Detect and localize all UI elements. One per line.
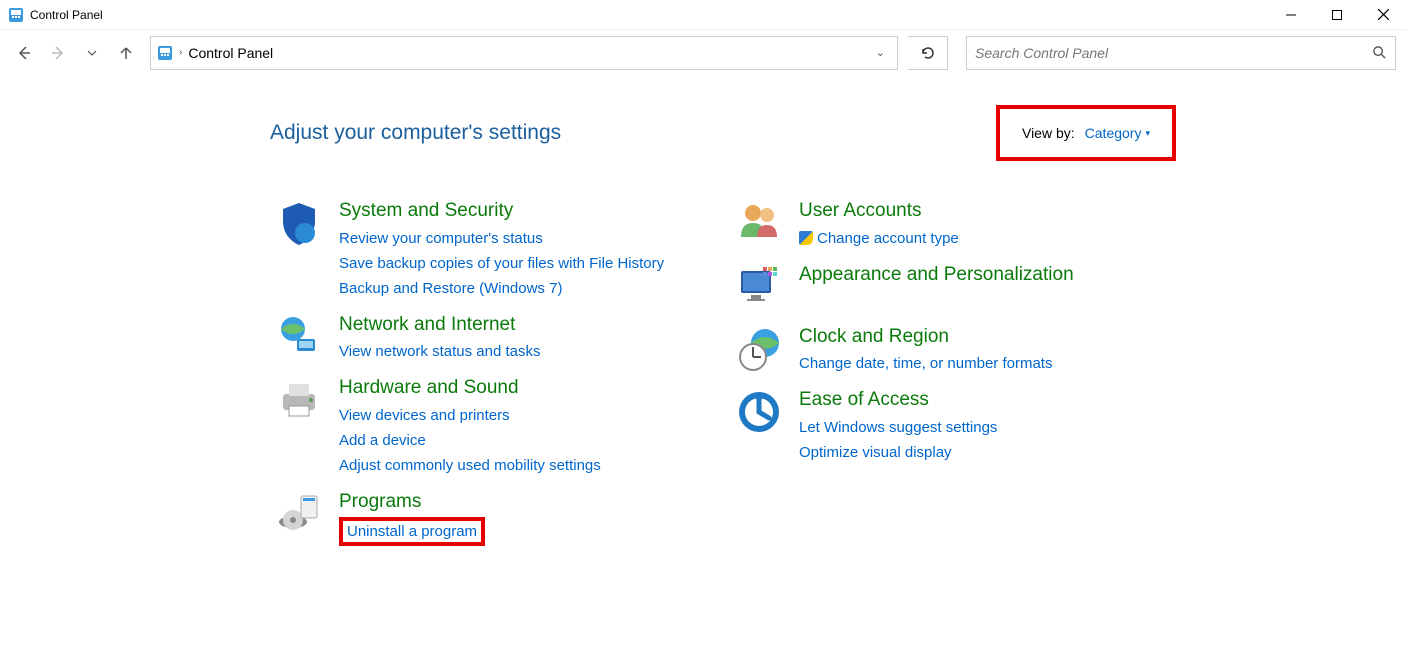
category-link[interactable]: Change date, time, or number formats xyxy=(799,353,1052,374)
chevron-down-icon: ▾ xyxy=(1145,128,1150,139)
minimize-button[interactable] xyxy=(1268,0,1314,30)
address-bar[interactable]: › Control Panel ⌄ xyxy=(150,36,898,70)
category-title[interactable]: System and Security xyxy=(339,199,664,224)
ease-of-access-icon xyxy=(735,388,783,436)
nav-toolbar: › Control Panel ⌄ xyxy=(0,30,1406,75)
category-title[interactable]: User Accounts xyxy=(799,199,959,224)
view-by-label: View by: xyxy=(1022,125,1075,141)
monitor-icon xyxy=(735,263,783,311)
uninstall-highlight: Uninstall a program xyxy=(339,517,485,546)
address-dropdown[interactable]: ⌄ xyxy=(870,46,891,59)
category-title[interactable]: Clock and Region xyxy=(799,325,1052,350)
address-icon xyxy=(157,45,173,61)
window-controls xyxy=(1268,0,1406,30)
window-title: Control Panel xyxy=(30,8,103,22)
category-link[interactable]: Backup and Restore (Windows 7) xyxy=(339,278,664,299)
category-programs: Programs Uninstall a program xyxy=(275,490,675,546)
view-by-highlight: View by: Category ▾ xyxy=(996,105,1176,161)
uninstall-program-link[interactable]: Uninstall a program xyxy=(347,521,477,542)
page-title: Adjust your computer's settings xyxy=(270,121,561,145)
category-link[interactable]: Change account type xyxy=(799,228,959,249)
content-header: Adjust your computer's settings View by:… xyxy=(0,105,1406,199)
right-column: User Accounts Change account type Appear… xyxy=(735,199,1135,560)
category-link[interactable]: Save backup copies of your files with Fi… xyxy=(339,253,664,274)
maximize-button[interactable] xyxy=(1314,0,1360,30)
refresh-button[interactable] xyxy=(908,36,948,70)
back-button[interactable] xyxy=(10,39,38,67)
category-ease-of-access: Ease of Access Let Windows suggest setti… xyxy=(735,388,1135,463)
search-input[interactable] xyxy=(975,45,1372,61)
category-link[interactable]: Let Windows suggest settings xyxy=(799,417,997,438)
address-text: Control Panel xyxy=(188,45,273,61)
category-title[interactable]: Ease of Access xyxy=(799,388,997,413)
category-title[interactable]: Appearance and Personalization xyxy=(799,263,1074,288)
category-title[interactable]: Hardware and Sound xyxy=(339,376,601,401)
recent-dropdown[interactable] xyxy=(78,39,106,67)
forward-button[interactable] xyxy=(44,39,72,67)
category-link[interactable]: Optimize visual display xyxy=(799,442,997,463)
close-button[interactable] xyxy=(1360,0,1406,30)
category-link[interactable]: Adjust commonly used mobility settings xyxy=(339,455,601,476)
app-icon xyxy=(8,7,24,23)
search-box[interactable] xyxy=(966,36,1396,70)
category-link[interactable]: View devices and printers xyxy=(339,405,601,426)
category-network-and-internet: Network and Internet View network status… xyxy=(275,313,675,363)
chevron-right-icon: › xyxy=(179,47,182,58)
category-user-accounts: User Accounts Change account type xyxy=(735,199,1135,249)
category-clock-and-region: Clock and Region Change date, time, or n… xyxy=(735,325,1135,375)
programs-icon xyxy=(275,490,323,538)
category-hardware-and-sound: Hardware and Sound View devices and prin… xyxy=(275,376,675,476)
category-system-and-security: System and Security Review your computer… xyxy=(275,199,675,299)
category-link[interactable]: Review your computer's status xyxy=(339,228,664,249)
category-link[interactable]: Add a device xyxy=(339,430,601,451)
category-title[interactable]: Network and Internet xyxy=(339,313,541,338)
globe-network-icon xyxy=(275,313,323,361)
left-column: System and Security Review your computer… xyxy=(275,199,675,560)
view-by-value: Category xyxy=(1085,125,1142,141)
up-button[interactable] xyxy=(112,39,140,67)
users-icon xyxy=(735,199,783,247)
titlebar: Control Panel xyxy=(0,0,1406,30)
category-link[interactable]: View network status and tasks xyxy=(339,341,541,362)
shield-icon xyxy=(275,199,323,247)
category-columns: System and Security Review your computer… xyxy=(0,199,1406,560)
category-appearance-and-personalization: Appearance and Personalization xyxy=(735,263,1135,311)
printer-icon xyxy=(275,376,323,424)
clock-globe-icon xyxy=(735,325,783,373)
category-title[interactable]: Programs xyxy=(339,490,485,515)
content-area: Adjust your computer's settings View by:… xyxy=(0,75,1406,560)
view-by-dropdown[interactable]: Category ▾ xyxy=(1085,125,1150,141)
search-icon[interactable] xyxy=(1372,45,1387,60)
